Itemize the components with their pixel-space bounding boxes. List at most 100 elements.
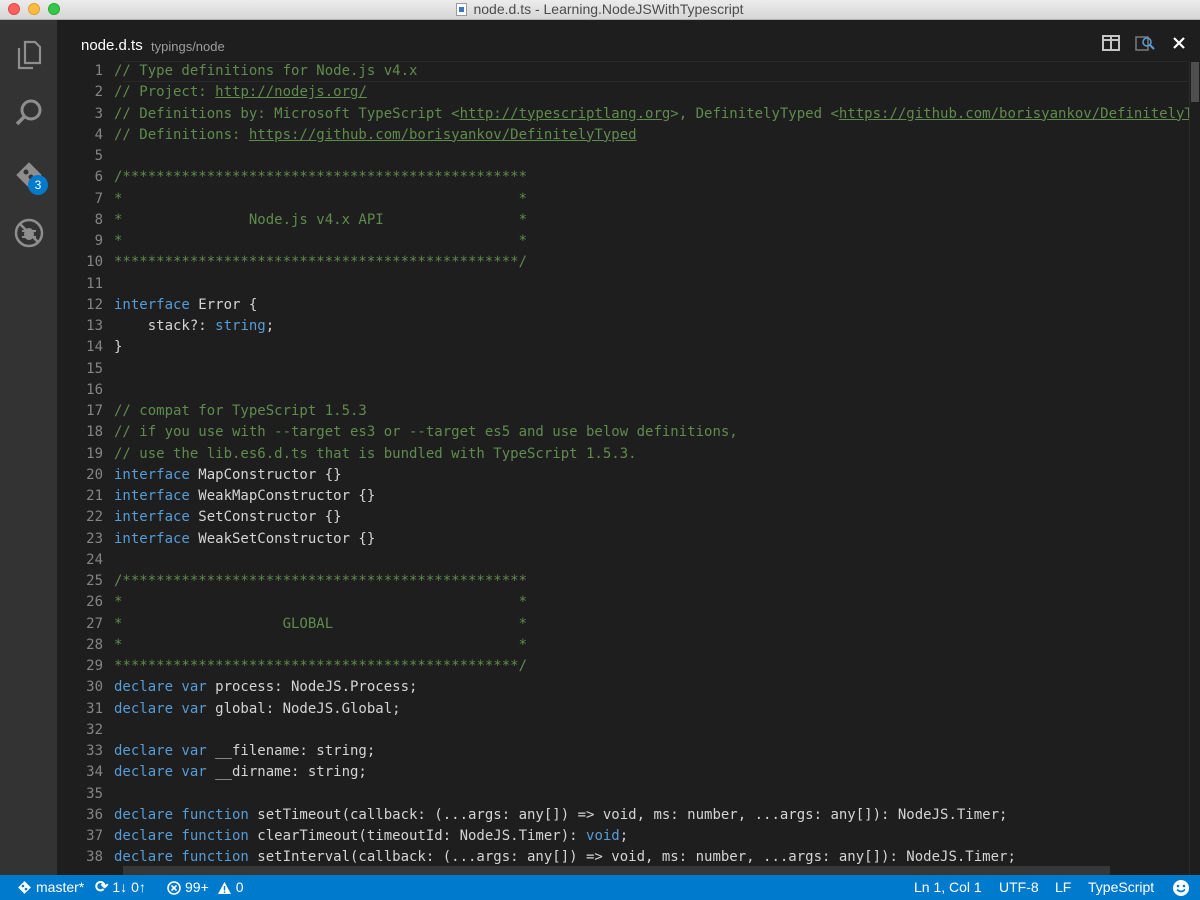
code-line[interactable]: 25 /*************************************… bbox=[57, 571, 527, 592]
horizontal-scrollbar[interactable] bbox=[123, 866, 1110, 875]
tab-file-path: typings/node bbox=[151, 39, 225, 54]
editor-tab-bar: node.d.ts typings/node bbox=[57, 20, 1200, 60]
code-token: interface bbox=[114, 488, 190, 504]
tab-file-name[interactable]: node.d.ts bbox=[81, 37, 143, 54]
code-line[interactable]: 33 declare var __filename: string; bbox=[57, 741, 375, 762]
vertical-scrollbar[interactable] bbox=[1189, 61, 1200, 875]
line-source: declare var __dirname: string; bbox=[114, 762, 367, 783]
code-token: declare function bbox=[114, 806, 249, 823]
code-line[interactable]: 27 * GLOBAL * bbox=[57, 614, 527, 635]
window-title: node.d.ts - Learning.NodeJSWithTypescrip… bbox=[0, 0, 1200, 20]
file-icon bbox=[456, 3, 468, 16]
problems-status[interactable]: 99+ 0 bbox=[167, 875, 244, 900]
code-line[interactable]: 36 declare function setTimeout(callback: … bbox=[57, 805, 1007, 826]
code-token: // use the lib.es6.d.ts that is bundled … bbox=[114, 445, 637, 462]
close-editor-button[interactable] bbox=[1168, 34, 1190, 52]
code-token: setTimeout(callback: (...args: any[]) =>… bbox=[248, 806, 1008, 823]
window-title-text: node.d.ts - Learning.NodeJSWithTypescrip… bbox=[473, 1, 744, 17]
cursor-position[interactable]: Ln 1, Col 1 bbox=[914, 875, 982, 900]
vertical-scrollbar-thumb[interactable] bbox=[1191, 62, 1199, 102]
code-line[interactable]: 4 // Definitions: https://github.com/bori… bbox=[57, 125, 637, 146]
code-line[interactable]: 23 interface WeakSetConstructor {} bbox=[57, 529, 375, 550]
code-line[interactable]: 7 * * bbox=[57, 189, 527, 210]
smiley-icon bbox=[1173, 879, 1189, 896]
code-line[interactable]: 5 bbox=[57, 146, 114, 167]
code-line[interactable]: 12 interface Error { bbox=[57, 295, 257, 316]
line-number: 29 bbox=[86, 658, 103, 674]
code-token: >, DefinitelyTyped < bbox=[670, 105, 839, 122]
language-mode-selector[interactable]: TypeScript bbox=[1088, 875, 1154, 900]
git-branch[interactable]: master* bbox=[17, 875, 84, 900]
code-line[interactable]: 17 // compat for TypeScript 1.5.3 bbox=[57, 401, 367, 422]
activity-bar: 3 bbox=[0, 20, 57, 875]
code-token: http://nodejs.org/ bbox=[215, 84, 367, 101]
debug-button[interactable] bbox=[0, 208, 57, 258]
code-line[interactable]: 35 bbox=[57, 784, 114, 805]
search-button[interactable] bbox=[0, 88, 57, 138]
line-number: 23 bbox=[86, 530, 103, 547]
code-line[interactable]: 1 // Type definitions for Node.js v4.x bbox=[57, 61, 418, 82]
line-number: 20 bbox=[86, 466, 103, 483]
code-line[interactable]: 24 bbox=[57, 550, 114, 571]
code-line[interactable]: 10 **************************************… bbox=[57, 252, 527, 273]
line-number: 11 bbox=[86, 275, 103, 292]
code-line[interactable]: 13 stack?: string; bbox=[57, 316, 274, 337]
code-line[interactable]: 15 bbox=[57, 359, 114, 380]
line-source: // if you use with --target es3 or --tar… bbox=[114, 422, 738, 443]
code-token: /***************************************… bbox=[114, 169, 528, 186]
code-line[interactable]: 29 **************************************… bbox=[57, 656, 527, 677]
code-token: interface bbox=[114, 466, 190, 483]
code-token: MapConstructor {} bbox=[189, 466, 342, 483]
code-line[interactable]: 14} bbox=[57, 337, 122, 358]
line-source: * * bbox=[114, 231, 527, 252]
code-token: declare var bbox=[114, 679, 207, 696]
code-token: * * bbox=[114, 233, 528, 249]
split-editor-button[interactable] bbox=[1100, 34, 1122, 52]
code-area[interactable]: 1 // Type definitions for Node.js v4.x 2 //… bbox=[57, 61, 1190, 875]
code-line[interactable]: 32 bbox=[57, 720, 114, 741]
code-line[interactable]: 26 * * bbox=[57, 592, 527, 613]
code-line[interactable]: 9 * * bbox=[57, 231, 527, 252]
explorer-button[interactable] bbox=[0, 30, 57, 80]
line-number: 2 bbox=[94, 84, 103, 101]
git-sync[interactable]: ⟳ 1↓ 0↑ bbox=[95, 875, 146, 900]
code-line[interactable]: 19 // use the lib.es6.d.ts that is bundle… bbox=[57, 444, 637, 465]
code-line[interactable]: 22 interface SetConstructor {} bbox=[57, 507, 342, 528]
code-line[interactable]: 31 declare var global: NodeJS.Global; bbox=[57, 699, 400, 720]
line-source: ****************************************… bbox=[114, 656, 527, 677]
error-count: 99+ bbox=[185, 879, 209, 895]
split-editor-icon bbox=[1102, 35, 1120, 51]
line-number: 24 bbox=[86, 551, 103, 568]
git-button[interactable] bbox=[0, 150, 57, 200]
code-line[interactable]: 18 // if you use with --target es3 or --t… bbox=[57, 422, 738, 443]
code-line[interactable]: 3 // Definitions by: Microsoft TypeScript… bbox=[57, 104, 1190, 125]
code-line[interactable]: 21 interface WeakMapConstructor {} bbox=[57, 486, 375, 507]
line-number: 26 bbox=[86, 594, 103, 611]
line-number: 7 bbox=[94, 190, 103, 207]
code-token: SetConstructor {} bbox=[189, 509, 342, 526]
line-number: 12 bbox=[86, 296, 103, 313]
eol-selector[interactable]: LF bbox=[1055, 875, 1071, 900]
code-line[interactable]: 8 * Node.js v4.x API * bbox=[57, 210, 527, 231]
feedback-button[interactable] bbox=[1172, 875, 1190, 900]
line-source: declare function clearTimeout(timeoutId:… bbox=[114, 826, 628, 847]
code-line[interactable]: 20 interface MapConstructor {} bbox=[57, 465, 342, 486]
code-line[interactable]: 2 // Project: http://nodejs.org/ bbox=[57, 82, 367, 103]
open-changes-button[interactable] bbox=[1134, 34, 1156, 52]
code-line[interactable]: 34 declare var __dirname: string; bbox=[57, 762, 367, 783]
encoding-selector[interactable]: UTF-8 bbox=[999, 875, 1039, 900]
line-number: 15 bbox=[86, 360, 103, 377]
code-line[interactable]: 37 declare function clearTimeout(timeoutI… bbox=[57, 826, 628, 847]
code-line[interactable]: 30 declare var process: NodeJS.Process; bbox=[57, 677, 417, 698]
code-line[interactable]: 28 * * bbox=[57, 635, 527, 656]
close-icon bbox=[1173, 37, 1185, 49]
line-source: // Definitions by: Microsoft TypeScript … bbox=[114, 104, 1190, 125]
line-number: 17 bbox=[86, 403, 103, 419]
code-line[interactable]: 16 bbox=[57, 380, 114, 401]
code-token: WeakSetConstructor {} bbox=[189, 530, 376, 547]
code-token: // Definitions: bbox=[114, 126, 249, 143]
code-line[interactable]: 11 bbox=[57, 274, 114, 295]
code-token: /***************************************… bbox=[114, 573, 528, 589]
code-line[interactable]: 6 /**************************************… bbox=[57, 167, 527, 188]
code-token: setInterval(callback: (...args: any[]) =… bbox=[248, 849, 1016, 866]
